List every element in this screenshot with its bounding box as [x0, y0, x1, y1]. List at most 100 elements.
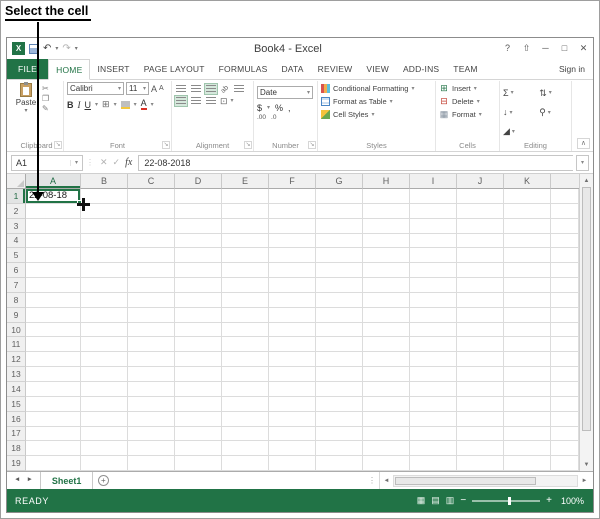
cell-C10[interactable] — [128, 322, 175, 338]
cell-B17[interactable] — [81, 426, 128, 442]
row-header-13[interactable]: 13 — [7, 367, 26, 382]
sign-in[interactable]: Sign in — [559, 59, 593, 79]
cell-D7[interactable] — [175, 278, 222, 293]
cell-I3[interactable] — [410, 218, 457, 234]
cell-A14[interactable] — [26, 381, 81, 397]
cell-G6[interactable] — [316, 263, 363, 279]
cell-B12[interactable] — [81, 352, 128, 368]
cell-H3[interactable] — [363, 218, 410, 234]
cell-A12[interactable] — [26, 352, 81, 368]
cell-D12[interactable] — [175, 352, 222, 368]
cell-E12[interactable] — [222, 352, 269, 368]
fill-color-dropdown-icon[interactable] — [134, 102, 137, 108]
cell-K7[interactable] — [504, 278, 551, 293]
previous-sheet-icon[interactable] — [14, 477, 20, 484]
merge-center-icon[interactable] — [220, 97, 228, 106]
scroll-right-icon[interactable] — [578, 478, 591, 484]
cell-A3[interactable] — [26, 218, 81, 234]
tab-insert[interactable]: INSERT — [90, 59, 136, 79]
cell-C17[interactable] — [128, 426, 175, 442]
number-dialog-launcher-icon[interactable] — [308, 141, 316, 149]
cell-J18[interactable] — [457, 441, 504, 457]
next-sheet-icon[interactable] — [26, 477, 32, 484]
cell-H16[interactable] — [363, 411, 410, 427]
row-header-1[interactable]: 1 — [7, 189, 26, 204]
zoom-in-button[interactable]: + — [546, 495, 552, 506]
cell-F10[interactable] — [269, 322, 316, 338]
cell-C7[interactable] — [128, 278, 175, 293]
cell-I12[interactable] — [410, 352, 457, 368]
underline-button[interactable]: U — [85, 100, 92, 110]
cell-F14[interactable] — [269, 381, 316, 397]
increase-decimal-icon[interactable] — [257, 115, 266, 122]
align-right-icon[interactable] — [205, 96, 217, 106]
tab-formulas[interactable]: FORMULAS — [212, 59, 275, 79]
cell-J3[interactable] — [457, 218, 504, 234]
cell-F13[interactable] — [269, 367, 316, 382]
row-header-19[interactable]: 19 — [7, 456, 26, 472]
cell-C9[interactable] — [128, 307, 175, 323]
cell-J7[interactable] — [457, 278, 504, 293]
clear-button[interactable] — [503, 123, 531, 140]
cell-H11[interactable] — [363, 337, 410, 353]
cell-D2[interactable] — [175, 203, 222, 219]
cell-J17[interactable] — [457, 426, 504, 442]
cancel-entry-icon[interactable] — [100, 158, 108, 167]
cell-B19[interactable] — [81, 456, 128, 472]
currency-button[interactable]: $ — [257, 103, 262, 113]
cell-B5[interactable] — [81, 248, 128, 264]
cell-B14[interactable] — [81, 381, 128, 397]
cell-F18[interactable] — [269, 441, 316, 457]
cell-A2[interactable] — [26, 203, 81, 219]
cell-J2[interactable] — [457, 203, 504, 219]
row-header-7[interactable]: 7 — [7, 278, 26, 293]
row-header-6[interactable]: 6 — [7, 263, 26, 279]
cell-I13[interactable] — [410, 367, 457, 382]
cell-A6[interactable] — [26, 263, 81, 279]
cell-D1[interactable] — [175, 189, 222, 204]
cell-F11[interactable] — [269, 337, 316, 353]
cell-H15[interactable] — [363, 396, 410, 412]
sheet-tab-sheet1[interactable]: Sheet1 — [39, 472, 94, 489]
row-header-18[interactable]: 18 — [7, 441, 26, 457]
cell-J19[interactable] — [457, 456, 504, 472]
cell-J14[interactable] — [457, 381, 504, 397]
row-header-10[interactable]: 10 — [7, 322, 26, 338]
cell-B3[interactable] — [81, 218, 128, 234]
cell-F5[interactable] — [269, 248, 316, 264]
delete-button[interactable]: Delete — [439, 95, 496, 108]
font-color-dropdown-icon[interactable] — [151, 102, 154, 108]
cell-D4[interactable] — [175, 233, 222, 249]
cell-B15[interactable] — [81, 396, 128, 412]
horizontal-scroll-thumb[interactable] — [395, 476, 537, 485]
cell-K4[interactable] — [504, 233, 551, 249]
cell-A17[interactable] — [26, 426, 81, 442]
formula-input[interactable]: 22-08-2018 — [138, 154, 573, 171]
cell-H6[interactable] — [363, 263, 410, 279]
cell-I16[interactable] — [410, 411, 457, 427]
cell-K18[interactable] — [504, 441, 551, 457]
cell-G18[interactable] — [316, 441, 363, 457]
cell-I10[interactable] — [410, 322, 457, 338]
cell-styles-button[interactable]: Cell Styles — [321, 108, 432, 121]
cell-E6[interactable] — [222, 263, 269, 279]
underline-dropdown-icon[interactable] — [95, 102, 98, 108]
tab-home[interactable]: HOME — [48, 59, 91, 80]
cell-D15[interactable] — [175, 396, 222, 412]
cell-K2[interactable] — [504, 203, 551, 219]
cell-A11[interactable] — [26, 337, 81, 353]
fill-color-icon[interactable] — [120, 100, 130, 109]
sort-filter-button[interactable] — [539, 84, 568, 102]
autosum-button[interactable]: Σ — [503, 84, 531, 102]
cell-I14[interactable] — [410, 381, 457, 397]
column-header-F[interactable]: F — [269, 174, 316, 189]
cell-I9[interactable] — [410, 307, 457, 323]
row-header-4[interactable]: 4 — [7, 233, 26, 249]
align-bottom-icon[interactable] — [204, 83, 218, 95]
align-center-icon[interactable] — [190, 96, 202, 106]
cell-E16[interactable] — [222, 411, 269, 427]
cell-E9[interactable] — [222, 307, 269, 323]
cell-F3[interactable] — [269, 218, 316, 234]
cell-A10[interactable] — [26, 322, 81, 338]
cell-J9[interactable] — [457, 307, 504, 323]
